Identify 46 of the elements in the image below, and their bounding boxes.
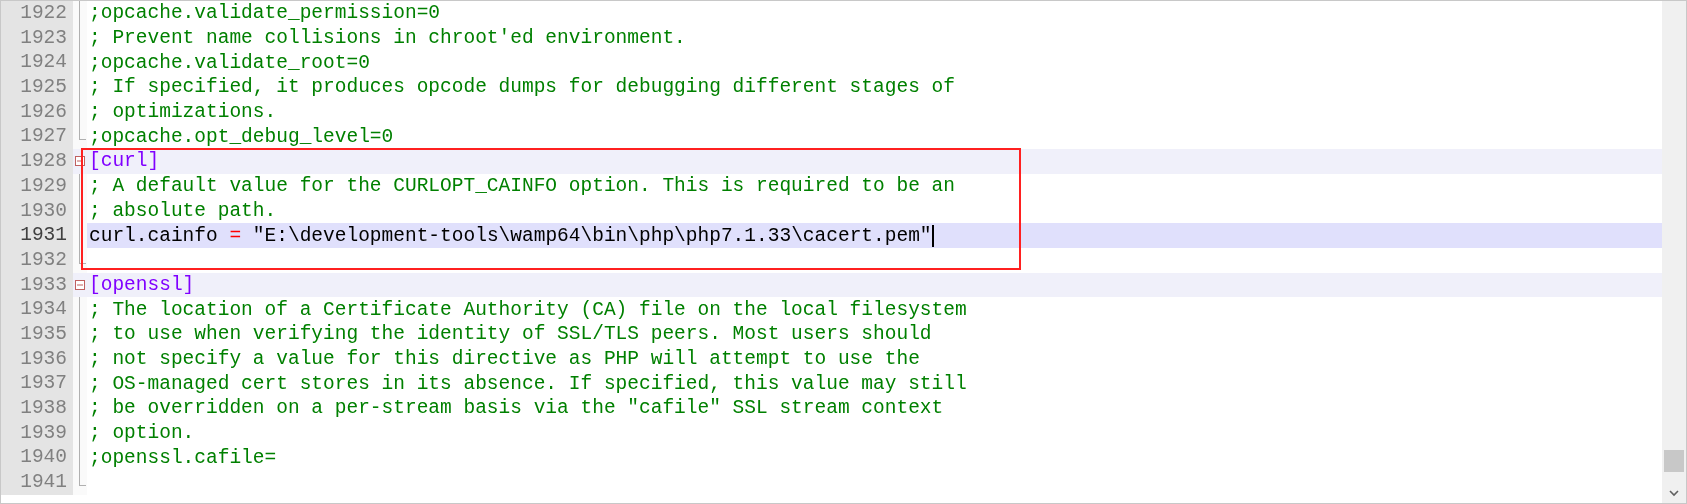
line-number: 1928 — [1, 149, 73, 174]
line-number: 1939 — [1, 420, 73, 446]
scrollbar-thumb[interactable] — [1664, 450, 1684, 472]
collapse-icon[interactable] — [75, 279, 85, 290]
section-header: [curl] — [89, 150, 160, 173]
line-number: 1938 — [1, 396, 73, 421]
code-comment: ; optimizations. — [89, 101, 277, 124]
code-comment: ; be overridden on a per-stream basis via the "cafile" SSL stream context — [89, 397, 944, 420]
code-comment: ; to use when verifying the identity of SSL/TLS peers. Most users should — [89, 323, 932, 346]
code-comment: ;openssl.cafile= — [89, 446, 277, 469]
line-number: 1930 — [1, 198, 73, 224]
line-number: 1925 — [1, 75, 73, 100]
code-comment: ; absolute path. — [89, 199, 277, 222]
setting-key: curl.cainfo — [89, 224, 230, 247]
scrollbar[interactable] — [1662, 1, 1686, 503]
line-number: 1929 — [1, 173, 73, 199]
collapse-icon[interactable] — [75, 156, 85, 167]
line-number: 1932 — [1, 247, 73, 273]
line-number: 1923 — [1, 25, 73, 51]
code-comment: ; OS-managed cert stores in its absence. If specified, this value may still — [89, 372, 967, 395]
line-number: 1934 — [1, 297, 73, 322]
line-number: 1940 — [1, 445, 73, 471]
line-number: 1936 — [1, 346, 73, 372]
code-comment: ; The location of a Certificate Authority (CA) file on the local filesystem — [89, 298, 967, 321]
code-comment: ; A default value for the CURLOPT_CAINFO option. This is required to be an — [89, 175, 955, 198]
chevron-down-icon[interactable] — [1669, 489, 1679, 497]
line-number: 1926 — [1, 99, 73, 125]
line-number: 1937 — [1, 371, 73, 396]
setting-value: "E:\development-tools\wamp64\bin\php\php7.1.33\cacert.pem" — [251, 224, 932, 247]
code-comment: ; option. — [89, 422, 195, 445]
line-number: 1931 — [1, 223, 73, 248]
line-number: 1927 — [1, 124, 73, 150]
code-comment: ; Prevent name collisions in chroot'ed environment. — [89, 27, 686, 50]
code-comment: ; If specified, it produces opcode dumps for debugging different stages of — [89, 76, 955, 99]
line-number: 1922 — [1, 1, 73, 26]
line-number: 1933 — [1, 272, 73, 298]
line-number: 1924 — [1, 50, 73, 76]
line-number: 1941 — [1, 470, 73, 495]
operator: = — [229, 224, 242, 247]
code-comment: ;opcache.opt_debug_level=0 — [89, 125, 394, 148]
code-comment: ;opcache.validate_root=0 — [89, 51, 370, 74]
code-comment: ; not specify a value for this directive as PHP will attempt to use the — [89, 347, 920, 370]
code-comment: ;opcache.validate_permission=0 — [89, 2, 441, 25]
line-number: 1935 — [1, 321, 73, 347]
section-header: [openssl] — [89, 273, 195, 296]
text-caret — [931, 224, 934, 247]
